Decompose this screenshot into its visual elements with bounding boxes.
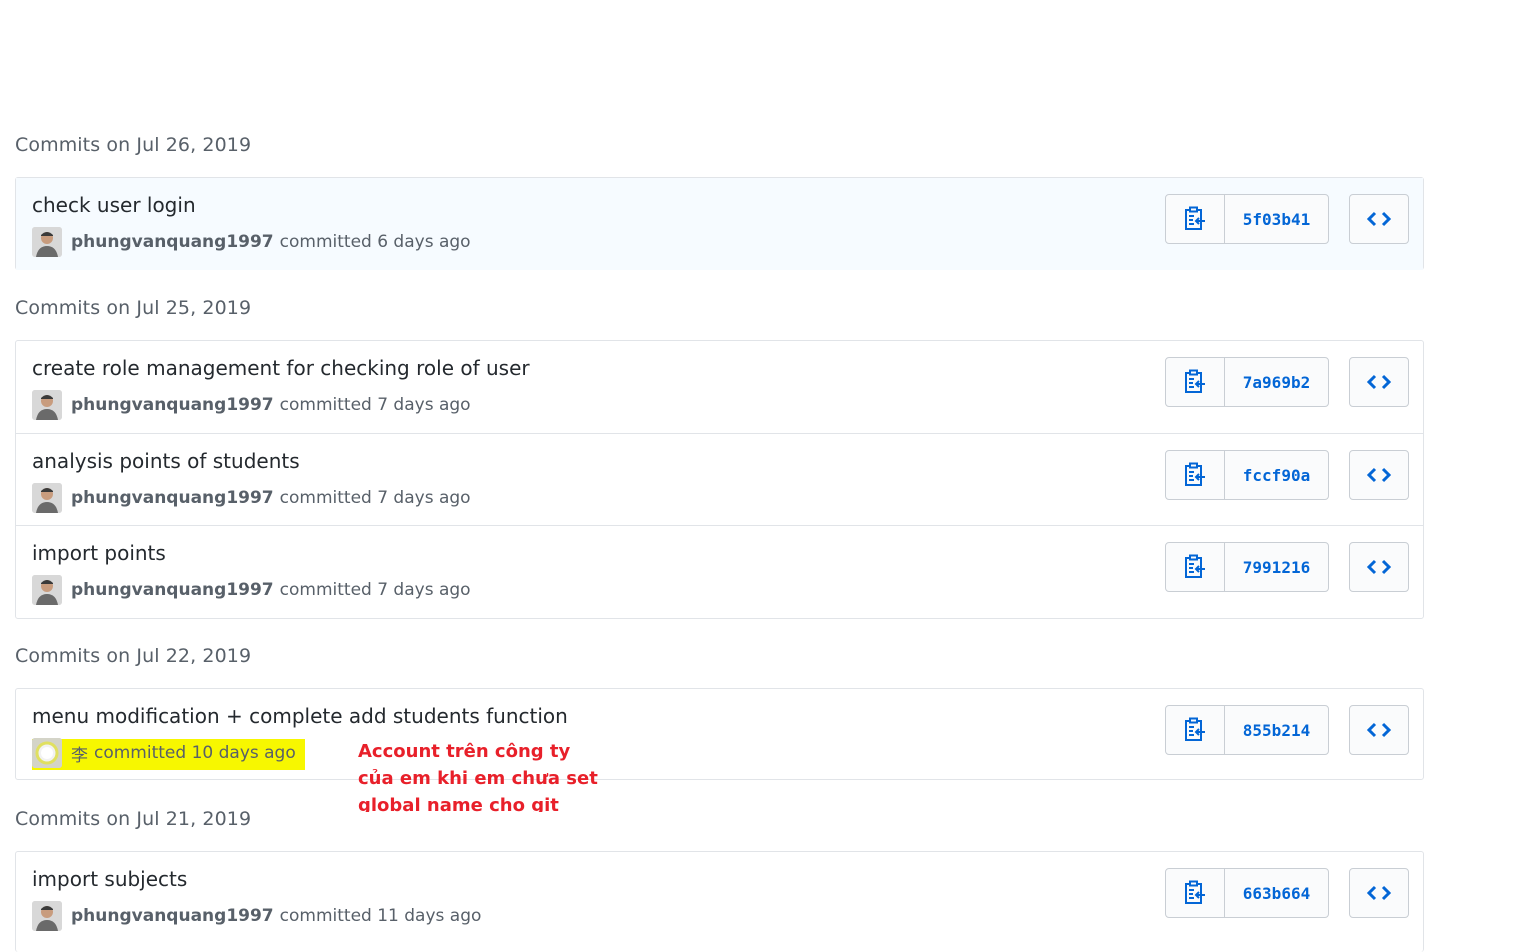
commit-message-link[interactable]: analysis points of students bbox=[32, 449, 300, 473]
copy-sha-button[interactable] bbox=[1166, 195, 1225, 243]
commit-group-list: create role management for checking role… bbox=[15, 340, 1424, 619]
copy-sha-button[interactable] bbox=[1166, 358, 1225, 406]
commit-message-link[interactable]: create role management for checking role… bbox=[32, 356, 530, 380]
commit-group-list: menu modification + complete add student… bbox=[15, 688, 1424, 780]
commit-message-link[interactable]: import subjects bbox=[32, 867, 187, 891]
copy-sha-button[interactable] bbox=[1166, 706, 1225, 754]
commit-row: import subjects phungvanquang1997 commit… bbox=[16, 852, 1423, 944]
browse-repo-button[interactable] bbox=[1349, 705, 1409, 755]
commit-message-link[interactable]: menu modification + complete add student… bbox=[32, 704, 568, 728]
commit-author-link[interactable]: phungvanquang1997 bbox=[71, 395, 274, 415]
annotation-note: Account trên công ty của em khi em chưa … bbox=[358, 738, 598, 812]
author-avatar[interactable] bbox=[32, 901, 62, 931]
clippy-icon bbox=[1185, 462, 1205, 486]
copy-sha-button[interactable] bbox=[1166, 543, 1225, 591]
commit-group-header: Commits on Jul 21, 2019 bbox=[15, 808, 252, 830]
clippy-icon bbox=[1185, 369, 1205, 393]
sha-button-group: 7991216 bbox=[1165, 542, 1329, 592]
sha-button-group: 7a969b2 bbox=[1165, 357, 1329, 407]
code-icon bbox=[1367, 885, 1391, 901]
annotation-line: global name cho git bbox=[358, 795, 559, 812]
commit-sha-link[interactable]: 855b214 bbox=[1225, 706, 1328, 754]
commit-time: committed 7 days ago bbox=[279, 395, 471, 415]
commit-row: create role management for checking role… bbox=[16, 341, 1423, 433]
commit-author-link[interactable]: phungvanquang1997 bbox=[71, 232, 274, 252]
clippy-icon bbox=[1185, 554, 1205, 578]
annotation-line: của em khi em chưa set bbox=[358, 768, 598, 789]
commit-sha-link[interactable]: 7991216 bbox=[1225, 543, 1328, 591]
author-avatar[interactable] bbox=[32, 227, 62, 257]
sha-button-group: 663b664 bbox=[1165, 868, 1329, 918]
commit-time: committed 10 days ago bbox=[94, 743, 296, 763]
browse-repo-button[interactable] bbox=[1349, 542, 1409, 592]
code-icon bbox=[1367, 559, 1391, 575]
sha-button-group: fccf90a bbox=[1165, 450, 1329, 500]
browse-repo-button[interactable] bbox=[1349, 450, 1409, 500]
commit-row: analysis points of students phungvanquan… bbox=[16, 433, 1423, 525]
author-avatar[interactable] bbox=[32, 575, 62, 605]
sha-button-group: 855b214 bbox=[1165, 705, 1329, 755]
commit-group-list: import subjects phungvanquang1997 commit… bbox=[15, 851, 1424, 952]
commit-time: committed 7 days ago bbox=[279, 488, 471, 508]
commit-time: committed 6 days ago bbox=[279, 232, 471, 252]
commit-message-link[interactable]: check user login bbox=[32, 193, 196, 217]
browse-repo-button[interactable] bbox=[1349, 194, 1409, 244]
author-avatar[interactable] bbox=[32, 483, 62, 513]
commit-sha-link[interactable]: 5f03b41 bbox=[1225, 195, 1328, 243]
code-icon bbox=[1367, 467, 1391, 483]
author-avatar[interactable] bbox=[32, 738, 62, 768]
commit-author-link[interactable]: phungvanquang1997 bbox=[71, 488, 274, 508]
annotation-line: Account trên công ty bbox=[358, 741, 571, 762]
commit-sha-link[interactable]: fccf90a bbox=[1225, 451, 1328, 499]
commit-row: menu modification + complete add student… bbox=[16, 689, 1423, 781]
browse-repo-button[interactable] bbox=[1349, 357, 1409, 407]
commit-row: import points phungvanquang1997 committe… bbox=[16, 525, 1423, 617]
commit-sha-link[interactable]: 7a969b2 bbox=[1225, 358, 1328, 406]
copy-sha-button[interactable] bbox=[1166, 869, 1225, 917]
commit-sha-link[interactable]: 663b664 bbox=[1225, 869, 1328, 917]
commit-time: committed 7 days ago bbox=[279, 580, 471, 600]
clippy-icon bbox=[1185, 717, 1205, 741]
code-icon bbox=[1367, 374, 1391, 390]
commit-group-header: Commits on Jul 22, 2019 bbox=[15, 645, 252, 667]
commit-row: check user login phungvanquang1997 commi… bbox=[16, 178, 1423, 270]
clippy-icon bbox=[1185, 880, 1205, 904]
commit-group-list: check user login phungvanquang1997 commi… bbox=[15, 177, 1424, 270]
browse-repo-button[interactable] bbox=[1349, 868, 1409, 918]
code-icon bbox=[1367, 211, 1391, 227]
commit-message-link[interactable]: import points bbox=[32, 541, 166, 565]
commit-author-link[interactable]: phungvanquang1997 bbox=[71, 580, 274, 600]
code-icon bbox=[1367, 722, 1391, 738]
commit-group-header: Commits on Jul 26, 2019 bbox=[15, 134, 252, 156]
sha-button-group: 5f03b41 bbox=[1165, 194, 1329, 244]
commit-time: committed 11 days ago bbox=[279, 906, 482, 926]
author-avatar[interactable] bbox=[32, 390, 62, 420]
commit-group-header: Commits on Jul 25, 2019 bbox=[15, 297, 252, 319]
copy-sha-button[interactable] bbox=[1166, 451, 1225, 499]
commit-author-link[interactable]: phungvanquang1997 bbox=[71, 906, 274, 926]
clippy-icon bbox=[1185, 206, 1205, 230]
commit-author-link[interactable]: 李 bbox=[71, 741, 88, 766]
